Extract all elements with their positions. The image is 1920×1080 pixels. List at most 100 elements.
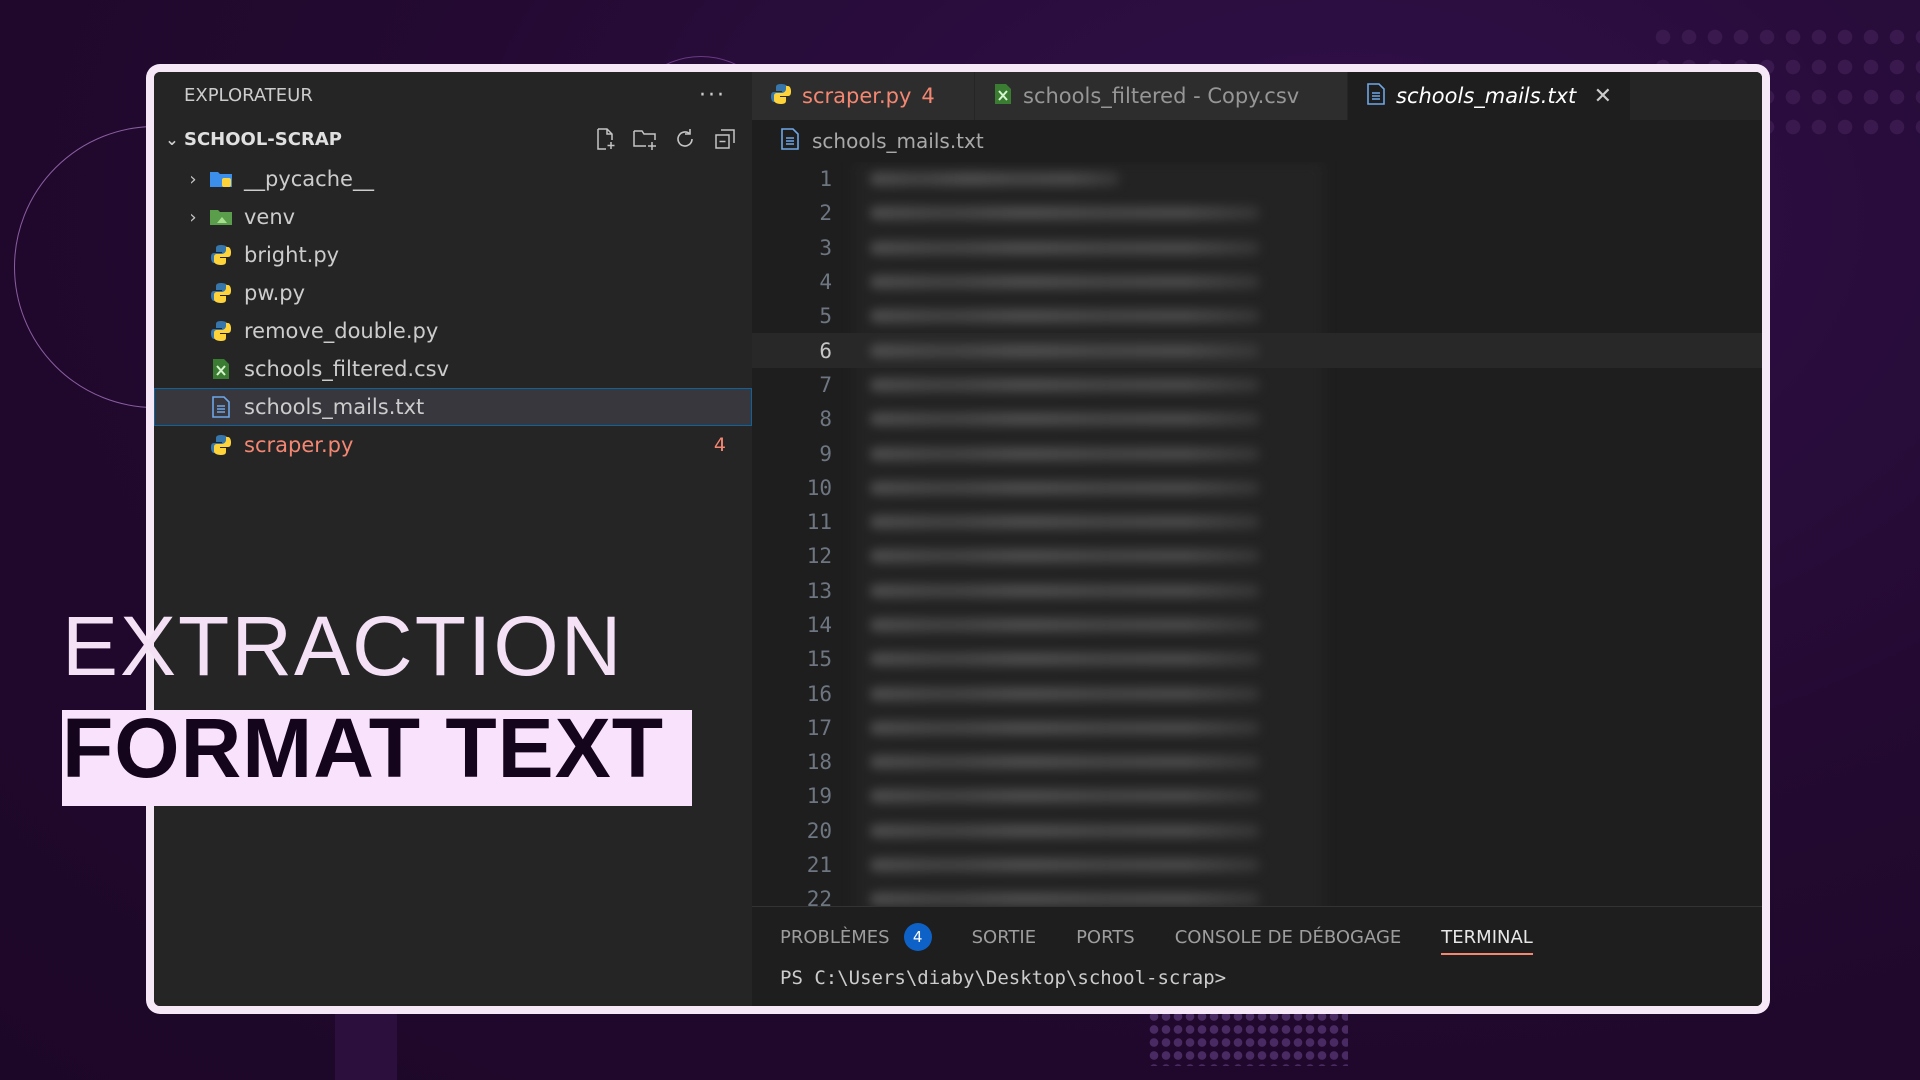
tab-schools-filtered-copy-csv[interactable]: schools_filtered - Copy.csv <box>975 72 1348 120</box>
editor-area: scraper.py 4 schools_filtered - Copy.csv… <box>752 72 1762 1006</box>
code-line[interactable]: 7 <box>752 368 1762 402</box>
blurred-line-text <box>870 720 1260 735</box>
python-icon <box>208 242 234 268</box>
problems-badge: 4 <box>903 923 932 951</box>
csv-icon <box>208 356 234 382</box>
tree-item-scraper-py[interactable]: scraper.py 4 <box>154 426 752 464</box>
tree-item-label: pw.py <box>244 281 306 305</box>
code-line[interactable]: 16 <box>752 676 1762 710</box>
chevron-right-icon[interactable]: › <box>178 169 208 190</box>
code-line[interactable]: 2 <box>752 196 1762 230</box>
explorer-sidebar: EXPLORATEUR ··· ⌄ SCHOOL-SCRAP › __pycac… <box>154 72 752 1006</box>
ellipsis-icon[interactable]: ··· <box>699 83 726 108</box>
blurred-line-text <box>870 549 1260 564</box>
tree-item-venv[interactable]: › venv <box>154 198 752 236</box>
code-line[interactable]: 15 <box>752 642 1762 676</box>
folder-icon <box>208 166 234 192</box>
code-line[interactable]: 20 <box>752 814 1762 848</box>
tree-item-label: __pycache__ <box>244 167 374 191</box>
tree-item-remove-double-py[interactable]: remove_double.py <box>154 312 752 350</box>
line-number: 10 <box>806 475 832 500</box>
tab-problems-count: 4 <box>921 84 935 108</box>
blurred-line-text <box>870 686 1260 701</box>
line-number: 11 <box>806 510 832 535</box>
blurred-line-text <box>870 480 1260 495</box>
code-line[interactable]: 14 <box>752 608 1762 642</box>
code-line[interactable]: 17 <box>752 711 1762 745</box>
tab-bar: scraper.py 4 schools_filtered - Copy.csv… <box>752 72 1762 120</box>
project-name: SCHOOL-SCRAP <box>184 128 342 150</box>
refresh-icon[interactable] <box>672 126 698 152</box>
code-line[interactable]: 19 <box>752 779 1762 813</box>
new-folder-icon[interactable] <box>632 126 658 152</box>
folder-icon <box>208 204 234 230</box>
blurred-line-text <box>870 823 1260 838</box>
panel-tabs: PROBLÈMES 4 SORTIE PORTS CONSOLE DE DÉBO… <box>752 907 1762 967</box>
tree-item-label: schools_mails.txt <box>244 395 425 419</box>
code-line[interactable]: 1 <box>752 162 1762 196</box>
panel-tab-problems[interactable]: PROBLÈMES 4 <box>780 907 932 967</box>
line-number: 14 <box>806 613 832 637</box>
code-line[interactable]: 18 <box>752 745 1762 779</box>
project-header[interactable]: ⌄ SCHOOL-SCRAP <box>154 118 752 160</box>
tree-item-schools-mails-txt[interactable]: schools_mails.txt <box>154 388 752 426</box>
blurred-line-text <box>870 755 1260 770</box>
problems-count: 4 <box>713 434 726 456</box>
explorer-actions <box>592 126 752 152</box>
line-number: 3 <box>819 235 832 260</box>
tree-item-label: bright.py <box>244 243 340 267</box>
code-line[interactable]: 10 <box>752 471 1762 505</box>
code-line[interactable]: 3 <box>752 231 1762 265</box>
line-number: 8 <box>819 407 832 432</box>
terminal-prompt[interactable]: PS C:\Users\diaby\Desktop\school-scrap> <box>752 967 1762 989</box>
code-line[interactable]: 8 <box>752 402 1762 436</box>
panel-tab-terminal[interactable]: TERMINAL <box>1441 907 1533 967</box>
blurred-line-text <box>870 892 1260 907</box>
blurred-line-text <box>870 412 1260 427</box>
panel-tab-ports[interactable]: PORTS <box>1076 907 1135 967</box>
tab-label: scraper.py <box>802 84 912 108</box>
python-icon <box>208 432 234 458</box>
collapse-all-icon[interactable] <box>712 126 738 152</box>
code-line[interactable]: 21 <box>752 848 1762 882</box>
tree-item-bright-py[interactable]: bright.py <box>154 236 752 274</box>
line-number: 13 <box>806 578 832 603</box>
blurred-line-text <box>870 206 1260 221</box>
chevron-right-icon[interactable]: › <box>178 207 208 228</box>
chevron-down-icon[interactable]: ⌄ <box>160 130 184 149</box>
blurred-line-text <box>870 515 1260 530</box>
tree-item-pw-py[interactable]: pw.py <box>154 274 752 312</box>
code-line[interactable]: 4 <box>752 265 1762 299</box>
code-line[interactable]: 9 <box>752 436 1762 470</box>
line-number: 15 <box>806 647 832 672</box>
tab-scraper-py[interactable]: scraper.py 4 <box>752 72 975 120</box>
code-line[interactable]: 5 <box>752 299 1762 333</box>
tree-item-schools-filtered-csv[interactable]: schools_filtered.csv <box>154 350 752 388</box>
line-number: 21 <box>806 853 832 878</box>
code-editor[interactable]: 1 2 3 4 5 6 7 8 9 10 11 12 13 14 15 16 17 18 19 20 21 22 <box>752 162 1762 930</box>
tree-item-pycache[interactable]: › __pycache__ <box>154 160 752 198</box>
close-icon[interactable]: ✕ <box>1594 84 1612 109</box>
blurred-line-text <box>870 240 1260 255</box>
text-file-icon <box>780 127 800 155</box>
line-number: 9 <box>819 441 832 466</box>
code-line[interactable]: 12 <box>752 539 1762 573</box>
line-number: 19 <box>806 784 832 809</box>
blurred-line-text <box>870 583 1260 598</box>
panel-tab-debug-console[interactable]: CONSOLE DE DÉBOGAGE <box>1175 907 1402 967</box>
blurred-line-text <box>870 618 1260 632</box>
tab-label: schools_mails.txt <box>1396 84 1577 108</box>
panel-tab-output[interactable]: SORTIE <box>972 907 1036 967</box>
text-file-icon <box>1366 82 1386 110</box>
explorer-title: EXPLORATEUR <box>184 84 313 106</box>
code-line[interactable]: 6 <box>752 333 1762 368</box>
breadcrumb-file[interactable]: schools_mails.txt <box>812 129 984 153</box>
csv-icon <box>993 83 1013 110</box>
explorer-header: EXPLORATEUR ··· <box>154 72 752 118</box>
line-number: 1 <box>819 167 832 192</box>
tab-schools-mails-txt[interactable]: schools_mails.txt ✕ <box>1348 72 1631 120</box>
code-line[interactable]: 11 <box>752 505 1762 539</box>
new-file-icon[interactable] <box>592 126 618 152</box>
code-line[interactable]: 13 <box>752 574 1762 608</box>
decor-dots <box>1148 1010 1348 1066</box>
